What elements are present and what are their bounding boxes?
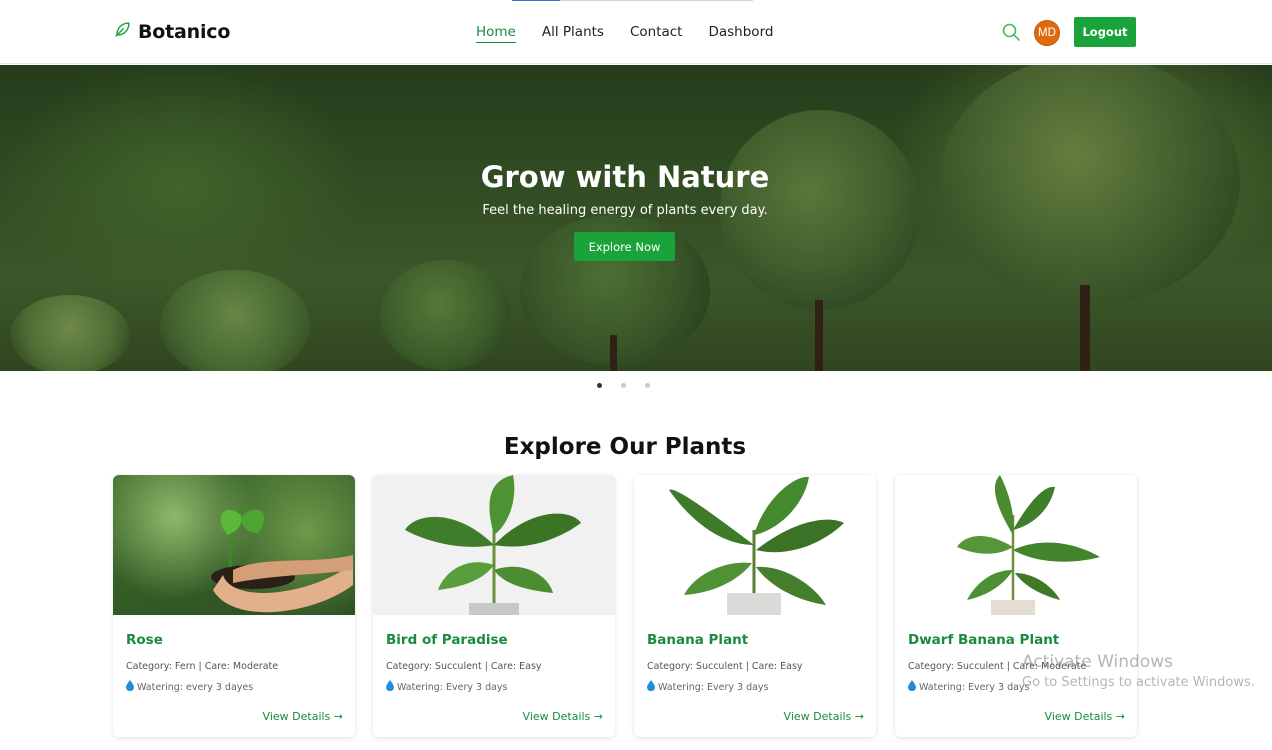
plant-watering: Watering: Every 3 days <box>386 680 508 694</box>
plant-name: Dwarf Banana Plant <box>908 632 1060 648</box>
logout-button[interactable]: Logout <box>1074 17 1136 47</box>
plant-card[interactable]: Rose Category: Fern | Care: Moderate Wat… <box>113 475 355 737</box>
plant-card[interactable]: Dwarf Banana Plant Category: Succulent |… <box>895 475 1137 737</box>
plant-image <box>895 475 1137 615</box>
plant-watering-text: Watering: Every 3 days <box>658 681 769 693</box>
plant-meta: Category: Fern | Care: Moderate <box>126 661 279 672</box>
plant-watering-text: Watering: Every 3 days <box>397 681 508 693</box>
nav-link-contact[interactable]: Contact <box>630 24 683 43</box>
plant-image <box>373 475 615 615</box>
plant-watering-text: Watering: Every 3 days <box>919 681 1030 693</box>
nav-link-dashboard[interactable]: Dashbord <box>708 24 773 43</box>
hero-content: Grow with Nature Feel the healing energy… <box>0 65 1250 371</box>
plant-name: Bird of Paradise <box>386 632 508 648</box>
plant-card[interactable]: Bird of Paradise Category: Succulent | C… <box>373 475 615 737</box>
hero-subtitle: Feel the healing energy of plants every … <box>482 203 768 218</box>
nav-link-all-plants[interactable]: All Plants <box>542 24 604 43</box>
carousel-indicators <box>597 383 650 388</box>
plant-watering: Watering: every 3 dayes <box>126 680 253 694</box>
view-details-link[interactable]: View Details → <box>1045 710 1125 723</box>
plant-card[interactable]: Banana Plant Category: Succulent | Care:… <box>634 475 876 737</box>
plant-name: Rose <box>126 632 163 648</box>
plant-meta: Category: Succulent | Care: Easy <box>647 661 803 672</box>
water-drop-icon <box>908 680 916 694</box>
water-drop-icon <box>386 680 394 694</box>
user-avatar[interactable]: MD <box>1034 20 1060 46</box>
carousel-dot-2[interactable] <box>621 383 626 388</box>
carousel-dot-3[interactable] <box>645 383 650 388</box>
carousel-dot-1[interactable] <box>597 383 602 388</box>
plant-meta: Category: Succulent | Care: Moderate <box>908 661 1087 672</box>
hero-title: Grow with Nature <box>480 160 770 194</box>
page-load-progress-bar <box>512 0 753 1</box>
navbar: Botanico Home All Plants Contact Dashbor… <box>0 0 1272 64</box>
plant-name: Banana Plant <box>647 632 749 648</box>
plant-image <box>113 475 355 615</box>
plant-watering: Watering: Every 3 days <box>908 680 1030 694</box>
explore-now-button[interactable]: Explore Now <box>574 232 675 261</box>
plant-meta: Category: Succulent | Care: Easy <box>386 661 542 672</box>
main-nav: Home All Plants Contact Dashbord <box>476 24 773 43</box>
plant-watering-text: Watering: every 3 dayes <box>137 681 254 693</box>
view-details-link[interactable]: View Details → <box>784 710 864 723</box>
view-details-link[interactable]: View Details → <box>263 710 343 723</box>
water-drop-icon <box>126 680 134 694</box>
plant-image <box>634 475 876 615</box>
brand-logo-link[interactable]: Botanico <box>113 20 230 44</box>
plant-watering: Watering: Every 3 days <box>647 680 769 694</box>
view-details-link[interactable]: View Details → <box>523 710 603 723</box>
brand-name: Botanico <box>138 21 231 43</box>
hero-banner: Grow with Nature Feel the healing energy… <box>0 65 1272 371</box>
nav-link-home[interactable]: Home <box>476 24 516 43</box>
search-icon[interactable] <box>1001 22 1021 42</box>
leaf-icon <box>113 20 132 44</box>
water-drop-icon <box>647 680 655 694</box>
section-title: Explore Our Plants <box>503 434 747 460</box>
